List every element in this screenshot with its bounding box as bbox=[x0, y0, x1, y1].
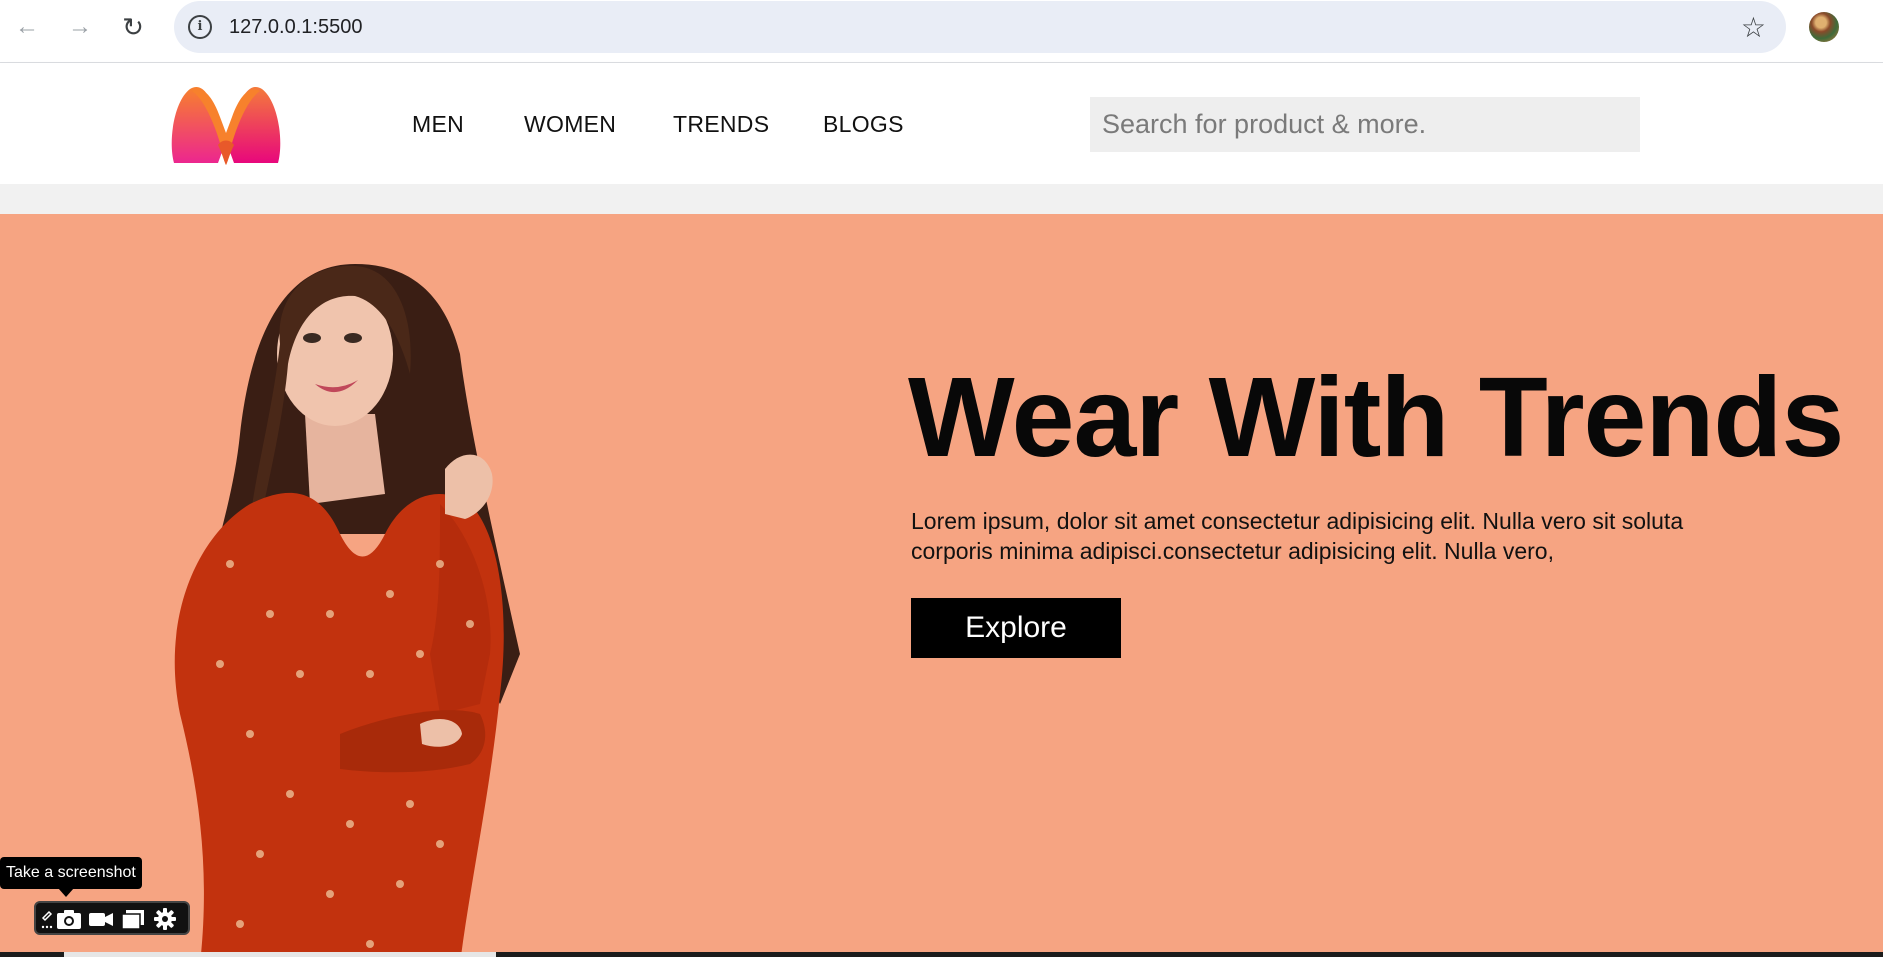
settings-gear-icon[interactable] bbox=[152, 907, 178, 931]
screenshot-tooltip: Take a screenshot bbox=[0, 857, 142, 889]
back-icon[interactable]: ← bbox=[14, 14, 40, 40]
hero-model-image bbox=[174, 264, 520, 957]
site-info-icon[interactable]: i bbox=[188, 15, 212, 39]
nav-blogs[interactable]: BLOGS bbox=[823, 111, 904, 138]
camera-icon[interactable] bbox=[56, 907, 82, 931]
hero-description: Lorem ipsum, dolor sit amet consectetur … bbox=[911, 508, 1684, 564]
nav-men[interactable]: MEN bbox=[412, 111, 464, 138]
nav-trends[interactable]: TRENDS bbox=[673, 111, 769, 138]
address-bar[interactable]: i 127.0.0.1:5500 ☆ bbox=[174, 1, 1786, 53]
hero-banner: Wear With Trends Lorem ipsum, dolor sit … bbox=[0, 214, 1883, 957]
screenshot-toolbar bbox=[34, 901, 190, 935]
myntra-logo[interactable] bbox=[168, 83, 284, 165]
menu-kebab-icon[interactable]: ⋮ bbox=[1872, 4, 1883, 30]
horizontal-scrollbar[interactable] bbox=[0, 952, 1883, 957]
browser-toolbar: ← → ↻ i 127.0.0.1:5500 ☆ ⋮ bbox=[0, 0, 1883, 63]
header-spacer bbox=[0, 184, 1883, 214]
nav-women[interactable]: WOMEN bbox=[524, 111, 616, 138]
hero-title: Wear With Trends bbox=[908, 354, 1844, 480]
profile-avatar[interactable] bbox=[1809, 12, 1839, 42]
url-text: 127.0.0.1:5500 bbox=[229, 16, 363, 38]
edit-icon[interactable] bbox=[40, 907, 54, 931]
search-input[interactable] bbox=[1090, 97, 1640, 152]
reload-icon[interactable]: ↻ bbox=[120, 14, 146, 40]
bookmark-star-icon[interactable]: ☆ bbox=[1741, 11, 1766, 44]
tooltip-tail bbox=[58, 888, 74, 897]
scrollbar-thumb[interactable] bbox=[64, 952, 496, 957]
site-header: MEN WOMEN TRENDS BLOGS bbox=[0, 63, 1883, 184]
video-icon[interactable] bbox=[88, 907, 114, 931]
forward-icon[interactable]: → bbox=[67, 14, 93, 40]
window-capture-icon[interactable] bbox=[120, 907, 146, 931]
explore-button[interactable]: Explore bbox=[911, 598, 1121, 658]
